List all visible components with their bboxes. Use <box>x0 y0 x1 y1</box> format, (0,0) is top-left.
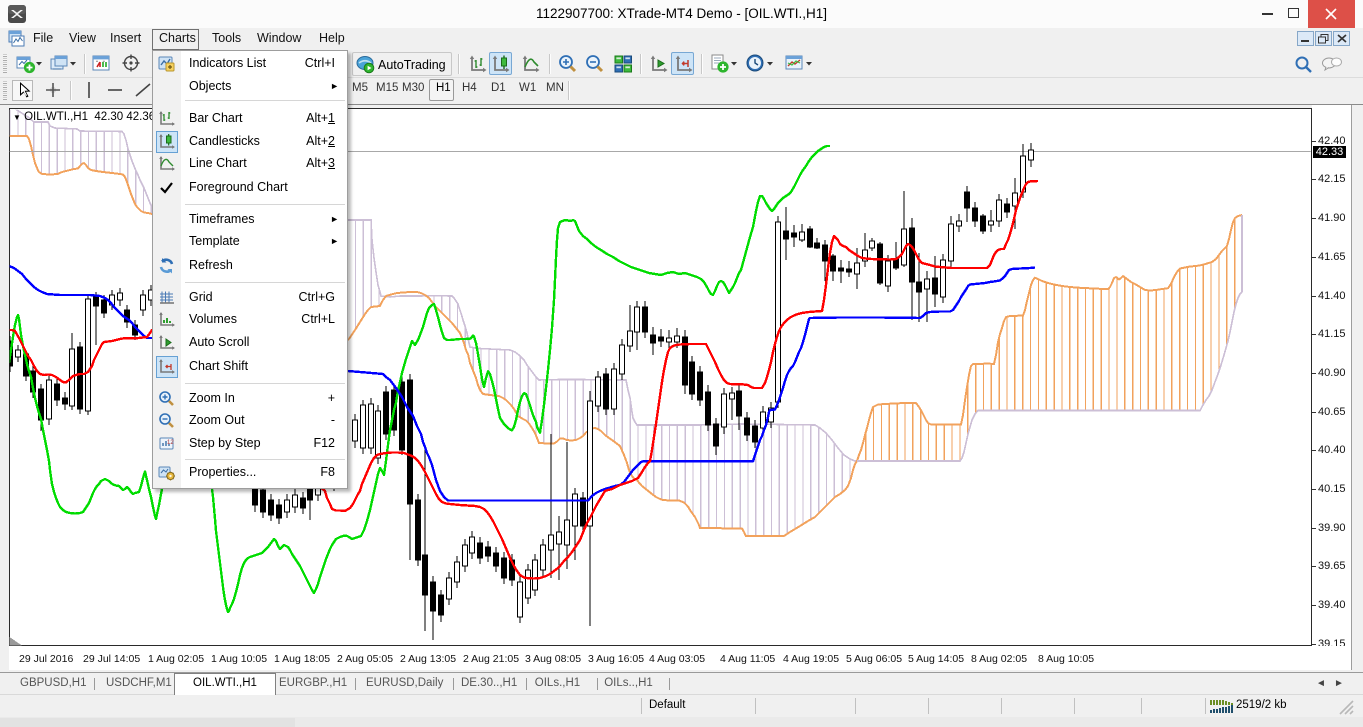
svg-text:12: 12 <box>167 440 174 446</box>
